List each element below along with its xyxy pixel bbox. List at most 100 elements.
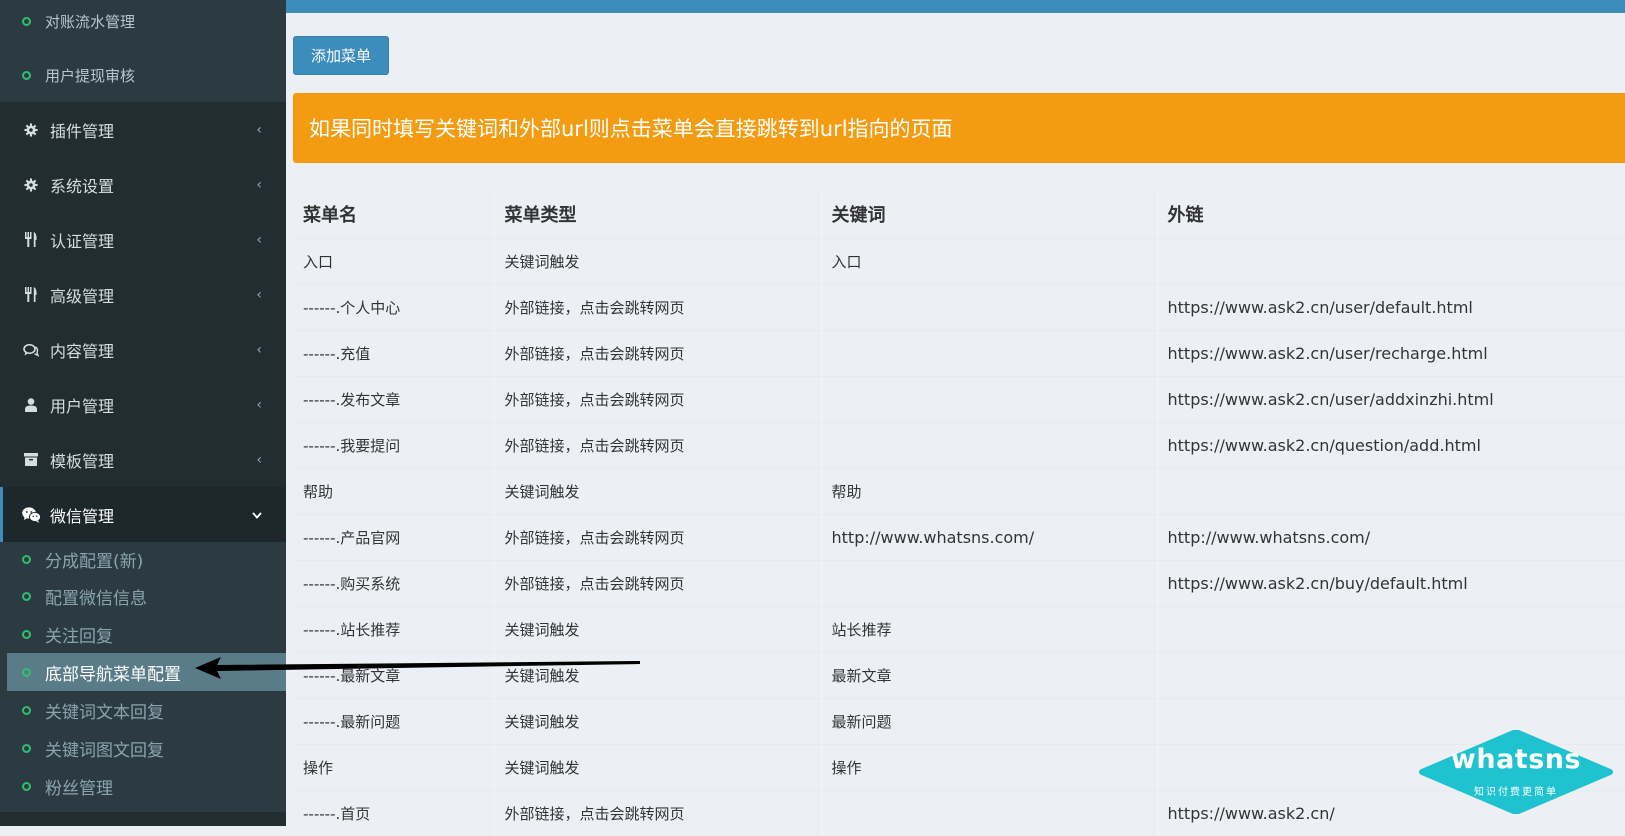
cell-keyword — [821, 283, 1158, 330]
sidebar-item-content[interactable]: 内容管理 ‹ — [0, 322, 286, 377]
chevron-left-icon: ‹ — [256, 121, 262, 138]
circle-icon — [22, 16, 31, 26]
cell-external-link: https://www.ask2.cn/user/default.html — [1157, 283, 1625, 330]
user-icon — [20, 397, 42, 412]
cell-menu-type: 外部链接，点击会跳转网页 — [494, 789, 822, 836]
chevron-left-icon: ‹ — [256, 396, 262, 413]
cell-menu-name: ------.最新问题 — [293, 697, 495, 744]
table-row: 入口 关键词触发 入口 — [293, 237, 1625, 284]
cell-external-link: https://www.ask2.cn/question/add.html — [1157, 421, 1625, 468]
cell-keyword: 站长推荐 — [821, 605, 1158, 652]
cell-menu-type: 外部链接，点击会跳转网页 — [494, 375, 822, 422]
add-menu-button[interactable]: 添加菜单 — [293, 36, 389, 75]
sidebar-item-label: 高级管理 — [50, 286, 115, 306]
sidebar-item-templates[interactable]: 模板管理 ‹ — [0, 432, 286, 487]
sidebar-subitem-commission-config[interactable]: 分成配置(新) — [0, 540, 286, 578]
chevron-left-icon: ‹ — [256, 341, 262, 358]
sidebar-subitem-label: 分成配置(新) — [45, 551, 144, 572]
sidebar-item-users[interactable]: 用户管理 ‹ — [0, 377, 286, 432]
chevron-left-icon: ‹ — [256, 231, 262, 248]
circle-icon — [22, 554, 31, 564]
cell-external-link: https://www.ask2.cn/buy/default.html — [1157, 559, 1625, 606]
cell-menu-type: 关键词触发 — [494, 651, 822, 698]
sidebar-subitem-label: 底部导航菜单配置 — [45, 664, 181, 685]
logo-brand: whatsns — [1450, 744, 1582, 775]
column-header-external-link: 外链 — [1157, 190, 1625, 238]
table-row: ------.个人中心 外部链接，点击会跳转网页 https://www.ask… — [293, 283, 1625, 330]
sidebar-item-system-settings[interactable]: 系统设置 ‹ — [0, 157, 286, 212]
sidebar-subitem-fans[interactable]: 粉丝管理 — [0, 767, 286, 805]
cell-menu-type: 外部链接，点击会跳转网页 — [494, 559, 822, 606]
cell-external-link: http://www.whatsns.com/ — [1157, 513, 1625, 560]
table-row: ------.最新文章 关键词触发 最新文章 — [293, 651, 1625, 698]
sidebar-item-label: 微信管理 — [50, 506, 115, 526]
sidebar-item-label: 用户管理 — [50, 396, 115, 416]
sidebar: 对账流水管理 用户提现审核 插件管理 ‹ 系统设置 ‹ 认证管理 ‹ 高级管理 … — [0, 0, 286, 826]
cutlery-icon — [20, 287, 42, 302]
table-row: ------.产品官网 外部链接，点击会跳转网页 http://www.what… — [293, 513, 1625, 560]
sidebar-item-plugins[interactable]: 插件管理 ‹ — [0, 102, 286, 157]
cell-keyword — [821, 329, 1158, 376]
table-row: ------.充值 外部链接，点击会跳转网页 https://www.ask2.… — [293, 329, 1625, 376]
sidebar-item-wechat[interactable]: 微信管理 — [0, 487, 286, 542]
sidebar-subitem-follow-reply[interactable]: 关注回复 — [0, 615, 286, 653]
logo-slogan: 知识付费更简单 — [1474, 787, 1558, 798]
sidebar-subitem-label: 关注回复 — [45, 626, 113, 647]
circle-icon — [22, 667, 31, 677]
column-header-menu-name: 菜单名 — [293, 190, 495, 238]
sidebar-item-label: 认证管理 — [50, 231, 115, 251]
cell-menu-name: ------.我要提问 — [293, 421, 495, 468]
circle-icon — [22, 705, 31, 715]
column-header-menu-type: 菜单类型 — [494, 190, 822, 238]
sidebar-item-label: 插件管理 — [50, 121, 115, 141]
sidebar-item-advanced[interactable]: 高级管理 ‹ — [0, 267, 286, 322]
table-row: ------.发布文章 外部链接，点击会跳转网页 https://www.ask… — [293, 375, 1625, 422]
cell-menu-type: 关键词触发 — [494, 697, 822, 744]
sidebar-subitem-keyword-text-reply[interactable]: 关键词文本回复 — [0, 691, 286, 729]
sidebar-subitem-label: 关键词文本回复 — [45, 702, 164, 723]
cell-keyword: 最新问题 — [821, 697, 1158, 744]
cell-keyword: 操作 — [821, 743, 1158, 790]
column-header-keyword: 关键词 — [821, 190, 1158, 238]
sidebar-item-label: 内容管理 — [50, 341, 115, 361]
sidebar-subitem-withdraw-review[interactable]: 用户提现审核 — [0, 56, 286, 94]
cell-external-link — [1157, 467, 1625, 514]
wechat-icon — [20, 506, 42, 523]
cell-menu-name: ------.个人中心 — [293, 283, 495, 330]
sidebar-subitem-reconciliation[interactable]: 对账流水管理 — [0, 2, 286, 40]
circle-icon — [22, 781, 31, 791]
cell-menu-name: ------.发布文章 — [293, 375, 495, 422]
chevron-down-icon — [252, 507, 262, 523]
sidebar-subitem-label: 关键词图文回复 — [45, 740, 164, 761]
cell-keyword: 最新文章 — [821, 651, 1158, 698]
cell-external-link: https://www.ask2.cn/user/addxinzhi.html — [1157, 375, 1625, 422]
cell-menu-type: 外部链接，点击会跳转网页 — [494, 513, 822, 560]
sidebar-item-certification[interactable]: 认证管理 ‹ — [0, 212, 286, 267]
cell-menu-type: 关键词触发 — [494, 467, 822, 514]
cell-menu-name: ------.首页 — [293, 789, 495, 836]
cell-keyword — [821, 789, 1158, 836]
chevron-left-icon: ‹ — [256, 176, 262, 193]
comments-icon — [20, 343, 42, 357]
sidebar-subitem-wechat-info[interactable]: 配置微信信息 — [0, 577, 286, 615]
cell-menu-type: 外部链接，点击会跳转网页 — [494, 421, 822, 468]
cell-external-link: https://www.ask2.cn/user/recharge.html — [1157, 329, 1625, 376]
sidebar-subitem-label: 粉丝管理 — [45, 778, 113, 799]
cell-menu-type: 关键词触发 — [494, 605, 822, 652]
top-navbar — [286, 0, 1625, 13]
cell-external-link — [1157, 237, 1625, 284]
circle-icon — [22, 70, 31, 80]
sidebar-subitem-bottom-nav-config[interactable]: 底部导航菜单配置 — [7, 653, 286, 691]
cell-keyword — [821, 421, 1158, 468]
notice-banner: 如果同时填写关键词和外部url则点击菜单会直接跳转到url指向的页面 — [293, 93, 1625, 163]
cell-menu-name: ------.充值 — [293, 329, 495, 376]
cell-menu-type: 关键词触发 — [494, 237, 822, 284]
notice-text: 如果同时填写关键词和外部url则点击菜单会直接跳转到url指向的页面 — [309, 117, 953, 141]
gear-icon — [20, 177, 42, 192]
table-row: ------.购买系统 外部链接，点击会跳转网页 https://www.ask… — [293, 559, 1625, 606]
sidebar-subitem-label: 配置微信信息 — [45, 588, 147, 609]
cell-menu-type: 外部链接，点击会跳转网页 — [494, 329, 822, 376]
sidebar-subitem-keyword-news-reply[interactable]: 关键词图文回复 — [0, 729, 286, 767]
whatsns-logo: whatsns 知识付费更简单 — [1418, 730, 1614, 814]
cell-keyword: 帮助 — [821, 467, 1158, 514]
